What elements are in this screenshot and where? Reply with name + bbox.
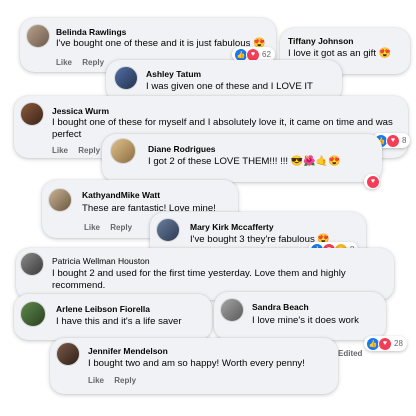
commenter-name[interactable]: Tiffany Johnson xyxy=(288,36,354,46)
reply-button[interactable]: Reply xyxy=(78,146,100,155)
reply-button[interactable]: Reply xyxy=(114,376,136,385)
commenter-name[interactable]: Arlene Leibson Fiorella xyxy=(56,304,150,314)
like-button[interactable]: Like xyxy=(52,146,68,155)
commenter-name[interactable]: Sandra Beach xyxy=(252,302,309,312)
like-button[interactable]: Like xyxy=(84,223,100,232)
emoji: 😎🌺🤙😍 xyxy=(290,156,341,167)
reply-button[interactable]: Reply xyxy=(82,58,104,67)
avatar[interactable] xyxy=(26,24,50,48)
comment-body: I got 2 of these LOVE THEM!!! !!! xyxy=(148,156,289,167)
avatar[interactable] xyxy=(156,218,180,242)
commenter-name[interactable]: KathyandMike Watt xyxy=(82,190,160,200)
avatar[interactable] xyxy=(56,342,80,366)
reaction-summary[interactable]: 👍 ♥ 28 xyxy=(364,336,407,351)
avatar[interactable] xyxy=(220,298,244,322)
reaction-count: 62 xyxy=(262,50,271,59)
like-button[interactable]: Like xyxy=(88,376,104,385)
commenter-name[interactable]: Mary Kirk Mccafferty xyxy=(190,222,274,232)
comment-body: I love it got as an gift xyxy=(288,48,376,59)
avatar[interactable] xyxy=(20,301,46,327)
love-icon: ♥ xyxy=(366,174,380,189)
comment-text: I bought two and am so happy! Worth ever… xyxy=(88,358,305,369)
comment-card-arlene: Arlene Leibson Fiorella I have this and … xyxy=(14,294,212,340)
commenter-name[interactable]: Belinda Rawlings xyxy=(56,27,126,37)
comment-actions: Like Reply xyxy=(84,223,140,232)
avatar[interactable] xyxy=(20,102,44,126)
comment-body: I've bought one of these and it is just … xyxy=(56,38,251,49)
commenter-name[interactable]: Ashley Tatum xyxy=(146,69,201,79)
avatar[interactable] xyxy=(20,252,44,276)
comment-card-diane: Diane Rodrigues I got 2 of these LOVE TH… xyxy=(102,134,382,189)
commenter-name[interactable]: Jessica Wurm xyxy=(52,106,109,116)
comment-actions: Like Reply xyxy=(88,376,144,385)
commenter-name[interactable]: Diane Rodrigues xyxy=(148,144,216,154)
edited-label: Edited xyxy=(338,349,363,358)
avatar[interactable] xyxy=(48,188,72,212)
avatar[interactable] xyxy=(114,66,138,90)
reaction-summary[interactable]: ♥ xyxy=(364,174,380,189)
emoji: 😍 xyxy=(378,48,392,59)
reply-button[interactable]: Reply xyxy=(110,223,132,232)
comment-actions: Like Reply xyxy=(56,58,112,67)
comment-text: I have this and it's a life saver xyxy=(56,316,182,327)
comment-card-sandra: Sandra Beach I love mine's it does work … xyxy=(214,292,407,358)
love-icon: ♥ xyxy=(386,133,400,148)
comment-card-jennifer: Jennifer Mendelson I bought two and am s… xyxy=(50,338,338,394)
comment-text: I love mine's it does work xyxy=(252,315,359,326)
reaction-count: 8 xyxy=(402,136,407,145)
comment-body: I've bought 3 they're fabulous xyxy=(190,234,315,245)
comment-text: I bought 2 and used for the first time y… xyxy=(52,268,346,291)
like-button[interactable]: Like xyxy=(56,58,72,67)
reaction-count: 28 xyxy=(394,339,403,348)
comment-text: I love it got as an gift 😍 xyxy=(288,48,408,60)
commenter-name[interactable]: Patricia Wellman Houston xyxy=(52,256,150,266)
comment-text: I got 2 of these LOVE THEM!!! !!! 😎🌺🤙😍 xyxy=(148,156,378,168)
love-icon: ♥ xyxy=(378,336,392,351)
comment-text: I was given one of these and I LOVE IT xyxy=(146,81,313,92)
comment-actions: Like Reply xyxy=(52,146,108,155)
avatar[interactable] xyxy=(110,138,136,164)
commenter-name[interactable]: Jennifer Mendelson xyxy=(88,346,168,356)
